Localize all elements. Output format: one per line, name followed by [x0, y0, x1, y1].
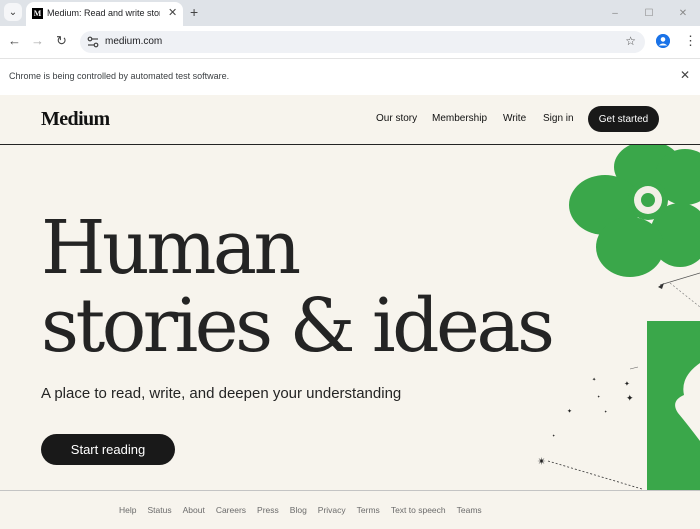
- tab-title: Medium: Read and write stories: [47, 8, 160, 18]
- svg-text:✦: ✦: [567, 408, 572, 415]
- svg-text:✦: ✦: [552, 433, 556, 438]
- plus-icon[interactable]: +: [190, 4, 198, 20]
- footer-link-blog[interactable]: Blog: [290, 505, 307, 515]
- svg-text:✦: ✦: [604, 409, 608, 414]
- address-bar[interactable]: medium.com ☆: [80, 31, 645, 53]
- site-info-icon[interactable]: [87, 35, 99, 49]
- stars-icon: ✦ ✦ ✦ ✦ ✦ ✦ ✦ ✴: [537, 377, 634, 468]
- url-text: medium.com: [105, 36, 163, 47]
- forward-icon[interactable]: →: [31, 34, 44, 48]
- medium-logo[interactable]: Medium: [41, 108, 110, 131]
- automation-infobar: Chrome is being controlled by automated …: [0, 58, 700, 96]
- hero-illustration: ✦ ✦ ✦ ✦ ✦ ✦ ✦ ✴: [537, 145, 700, 490]
- page: Medium Our story Membership Write Sign i…: [0, 95, 700, 529]
- hero-headline: Human stories & ideas: [41, 205, 555, 369]
- footer-link-privacy[interactable]: Privacy: [318, 505, 346, 515]
- maximize-icon[interactable]: ☐: [632, 0, 666, 26]
- hero-subtitle: A place to read, write, and deepen your …: [41, 385, 402, 402]
- browser-toolbar: ← → ↻ medium.com ☆ ⋮: [0, 26, 700, 58]
- svg-text:✦: ✦: [592, 377, 596, 383]
- nav-sign-in[interactable]: Sign in: [543, 113, 574, 124]
- close-icon[interactable]: ✕: [168, 6, 177, 19]
- infobar-text: Chrome is being controlled by automated …: [9, 71, 230, 81]
- tab-search-icon[interactable]: ⌄: [4, 3, 22, 21]
- footer-link-press[interactable]: Press: [257, 505, 279, 515]
- star-icon[interactable]: ☆: [625, 34, 636, 48]
- tab-strip: ⌄ M Medium: Read and write stories ✕ + –…: [0, 0, 700, 26]
- nav-membership[interactable]: Membership: [432, 113, 487, 124]
- footer-link-careers[interactable]: Careers: [216, 505, 246, 515]
- start-reading-button[interactable]: Start reading: [41, 434, 175, 465]
- minimize-icon[interactable]: –: [598, 0, 632, 26]
- svg-text:✦: ✦: [597, 394, 601, 399]
- back-icon[interactable]: ←: [8, 34, 21, 48]
- headline-line-1: Human: [41, 205, 301, 291]
- window-controls: – ☐ ✕: [598, 0, 700, 26]
- favicon: M: [32, 8, 43, 19]
- svg-text:✦: ✦: [626, 394, 634, 404]
- close-icon[interactable]: ✕: [680, 68, 690, 82]
- nav-our-story[interactable]: Our story: [376, 113, 417, 124]
- footer-link-terms[interactable]: Terms: [357, 505, 380, 515]
- svg-text:✴: ✴: [537, 455, 546, 468]
- site-footer: Help Status About Careers Press Blog Pri…: [0, 490, 700, 529]
- site-header: Medium Our story Membership Write Sign i…: [0, 95, 700, 145]
- get-started-button[interactable]: Get started: [588, 106, 659, 132]
- svg-text:✦: ✦: [624, 380, 630, 388]
- footer-link-teams[interactable]: Teams: [457, 505, 482, 515]
- profile-icon[interactable]: [656, 34, 670, 48]
- footer-link-about[interactable]: About: [183, 505, 205, 515]
- headline-line-2: stories & ideas: [41, 283, 555, 369]
- footer-link-text-to-speech[interactable]: Text to speech: [391, 505, 446, 515]
- footer-links: Help Status About Careers Press Blog Pri…: [119, 505, 493, 515]
- reload-icon[interactable]: ↻: [56, 34, 67, 48]
- nav-write[interactable]: Write: [503, 113, 526, 124]
- tab-medium[interactable]: M Medium: Read and write stories ✕: [26, 2, 183, 26]
- footer-link-status[interactable]: Status: [147, 505, 171, 515]
- close-window-icon[interactable]: ✕: [666, 0, 700, 26]
- flower-icon: [569, 145, 700, 277]
- menu-icon[interactable]: ⋮: [684, 33, 697, 49]
- footer-link-help[interactable]: Help: [119, 505, 136, 515]
